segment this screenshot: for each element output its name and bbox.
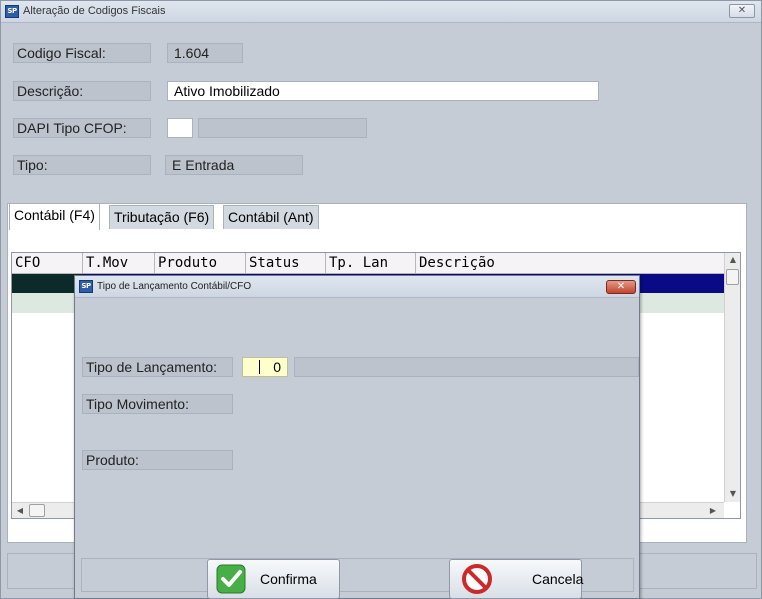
dialog-titlebar: SP Tipo de Lançamento Contábil/CFO ✕ xyxy=(75,276,639,298)
app-logo-icon: SP xyxy=(79,280,93,293)
dialog-title: Tipo de Lançamento Contábil/CFO xyxy=(97,281,252,292)
tipo-lancamento-dialog: SP Tipo de Lançamento Contábil/CFO ✕ Tip… xyxy=(74,275,640,599)
tipo-value: E Entrada xyxy=(165,155,303,175)
column-header-tp-lan[interactable]: Tp. Lan xyxy=(326,253,416,274)
confirma-button[interactable]: Confirma xyxy=(207,559,340,599)
tipo-movimento-label: Tipo Movimento: xyxy=(82,394,233,414)
tipo-lancamento-description xyxy=(294,357,639,377)
horizontal-scroll-thumb[interactable] xyxy=(29,504,45,517)
main-titlebar: SP Alteração de Codigos Fiscais ✕ xyxy=(1,1,761,23)
window-title: Alteração de Codigos Fiscais xyxy=(23,5,166,17)
tipo-lancamento-value: 0 xyxy=(273,359,281,375)
vertical-scroll-thumb[interactable] xyxy=(726,269,739,285)
tab-contabil-ant[interactable]: Contábil (Ant) xyxy=(223,205,319,229)
text-cursor xyxy=(259,360,260,374)
vertical-scrollbar[interactable]: ▲ ▼ xyxy=(724,253,740,502)
app-logo-icon: SP xyxy=(5,5,19,18)
checkmark-icon xyxy=(216,564,246,594)
column-header-tmov[interactable]: T.Mov xyxy=(83,253,155,274)
close-icon[interactable]: ✕ xyxy=(606,280,636,294)
tab-contabil-f4[interactable]: Contábil (F4) xyxy=(9,203,100,230)
descricao-label: Descrição: xyxy=(13,81,151,101)
cancela-label: Cancela xyxy=(532,571,584,587)
scroll-left-icon[interactable]: ◀ xyxy=(15,506,25,515)
tipo-label: Tipo: xyxy=(13,155,151,175)
column-header-descricao[interactable]: Descrição xyxy=(416,253,724,274)
dapi-tipo-cfop-label: DAPI Tipo CFOP: xyxy=(13,118,151,138)
scroll-down-icon[interactable]: ▼ xyxy=(725,489,741,498)
scroll-right-icon[interactable]: ▶ xyxy=(708,506,718,515)
codigo-fiscal-value: 1.604 xyxy=(167,43,243,63)
tab-tributacao-f6[interactable]: Tributação (F6) xyxy=(109,205,215,229)
scroll-up-icon[interactable]: ▲ xyxy=(725,255,741,264)
grid-header: CFO T.Mov Produto Status Tp. Lan Descriç… xyxy=(12,253,724,274)
produto-label: Produto: xyxy=(82,450,233,470)
tipo-lancamento-label: Tipo de Lançamento: xyxy=(82,357,233,377)
dapi-code-field[interactable] xyxy=(167,118,193,138)
column-header-cfo[interactable]: CFO xyxy=(12,253,83,274)
descricao-field[interactable]: Ativo Imobilizado xyxy=(167,81,599,101)
table-row-selected-cell[interactable] xyxy=(12,274,82,293)
cancela-button[interactable]: Cancela xyxy=(449,559,584,599)
no-entry-icon xyxy=(462,564,492,594)
column-header-status[interactable]: Status xyxy=(246,253,326,274)
close-icon[interactable]: ✕ xyxy=(729,4,755,18)
confirma-label: Confirma xyxy=(260,571,317,587)
column-header-produto[interactable]: Produto xyxy=(155,253,246,274)
dapi-description xyxy=(198,118,367,138)
codigo-fiscal-label: Codigo Fiscal: xyxy=(13,43,151,63)
tipo-lancamento-input[interactable]: 0 xyxy=(242,357,288,377)
